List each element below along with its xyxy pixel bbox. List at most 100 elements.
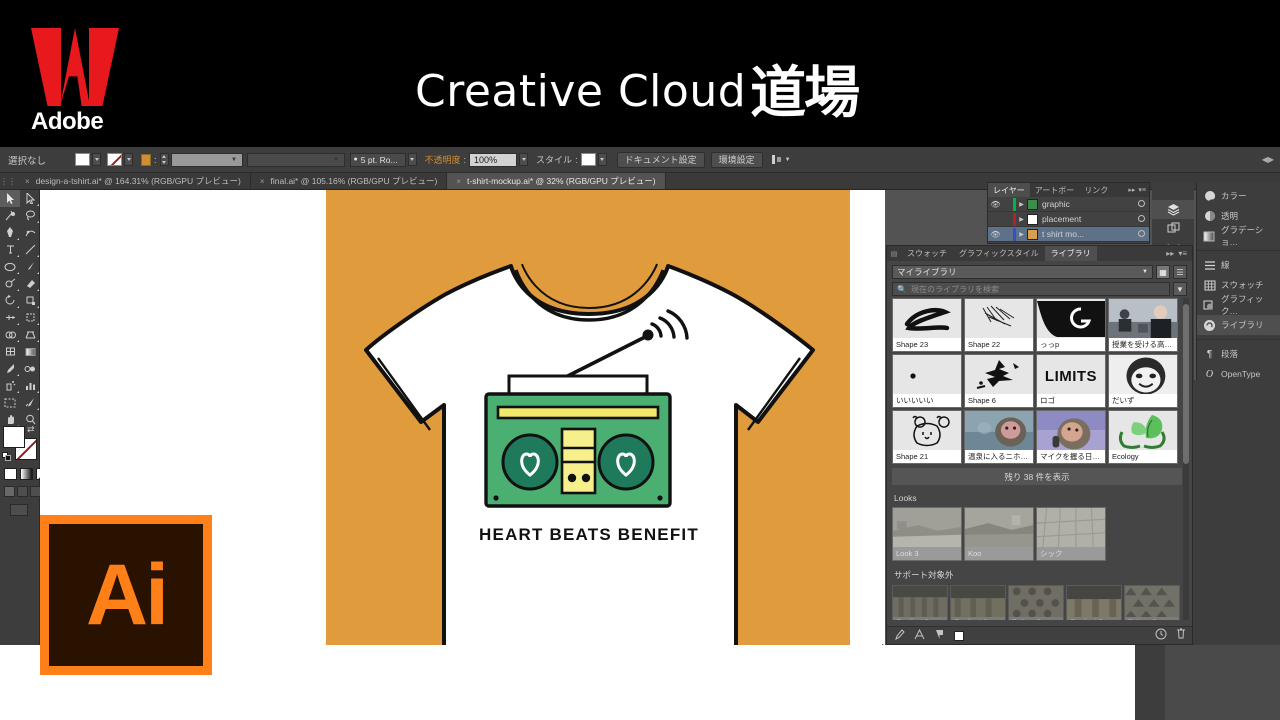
toolbox-fill-swatch[interactable] — [3, 426, 25, 448]
artboard[interactable]: HEART BEATS BENEFIT — [326, 190, 850, 687]
visibility-icon[interactable]: 👁 — [988, 230, 1003, 239]
document-tab-final[interactable]: × final.ai* @ 105.16% (RGB/GPU プレビュー) — [251, 173, 448, 189]
list-item[interactable]: Shape 22 — [964, 298, 1034, 352]
fill-swatch[interactable] — [75, 153, 90, 166]
draw-normal-mode[interactable] — [4, 486, 15, 497]
screen-mode-icon[interactable] — [10, 504, 28, 516]
line-segment-tool[interactable] — [20, 241, 40, 258]
gradient-tool[interactable] — [20, 343, 40, 360]
library-scrollbar[interactable] — [1183, 298, 1189, 620]
preferences-button[interactable]: 環境設定 — [710, 151, 763, 168]
document-tab-t-shirt-mockup[interactable]: × t-shirt-mockup.ai* @ 32% (RGB/GPU プレビュ… — [447, 173, 666, 189]
sync-icon[interactable] — [1155, 628, 1167, 643]
expand-icon[interactable]: ▶ — [1016, 216, 1027, 223]
list-item[interactable]: Gradient 4 — [950, 585, 1006, 620]
search-input[interactable]: 🔍 現在のライブラリを検索 — [892, 282, 1170, 296]
list-item[interactable]: Shape 23 — [892, 298, 962, 352]
tab-artboards[interactable]: アートボー — [1030, 183, 1080, 197]
rotate-tool[interactable] — [0, 292, 20, 309]
pen-tool[interactable] — [0, 224, 20, 241]
layers-icon[interactable] — [1152, 200, 1194, 219]
paintbrush-tool[interactable] — [20, 258, 40, 275]
brush-dropdown-arrow[interactable] — [407, 153, 417, 166]
table-row[interactable]: ▶ placement — [988, 212, 1149, 227]
add-color-icon[interactable] — [934, 629, 945, 643]
shape-builder-tool[interactable] — [0, 326, 20, 343]
graphic-style-swatch[interactable] — [580, 153, 596, 166]
document-setup-button[interactable]: ドキュメント設定 — [616, 151, 705, 168]
blend-tool[interactable] — [20, 360, 40, 377]
artboards-icon[interactable] — [1152, 219, 1194, 238]
opacity-input[interactable]: 100% — [469, 152, 518, 167]
eraser-tool[interactable] — [20, 275, 40, 292]
tab-graphic-styles[interactable]: グラフィックスタイル — [953, 246, 1045, 261]
stroke-color-indicator[interactable] — [141, 153, 151, 166]
panel-grip[interactable]: ▤ — [887, 246, 901, 261]
tab-links[interactable]: リンク — [1079, 183, 1113, 197]
list-item[interactable]: Shape 21 — [892, 410, 962, 464]
dock-item-libraries[interactable]: ライブラリ — [1197, 315, 1280, 335]
draw-behind-mode[interactable] — [17, 486, 28, 497]
panel-menu-icon[interactable]: ▾≡ — [1178, 249, 1187, 258]
list-item[interactable]: マイクを握る日… — [1036, 410, 1106, 464]
list-item[interactable]: 授業を受ける高… — [1108, 298, 1178, 352]
close-icon[interactable]: × — [25, 177, 30, 186]
list-item[interactable]: っっp — [1036, 298, 1106, 352]
list-item[interactable]: Koo — [964, 507, 1034, 561]
library-asset-list[interactable]: Shape 23 Shape 22 っっp 授業を受ける高… いいいいい Sha… — [892, 298, 1182, 620]
dock-item-swatches[interactable]: スウォッチ — [1197, 275, 1280, 295]
grid-view-icon[interactable]: ▦ — [1156, 265, 1170, 279]
artboard-tool[interactable] — [0, 394, 20, 411]
tab-layers[interactable]: レイヤー — [988, 183, 1030, 197]
lasso-tool[interactable] — [20, 207, 40, 224]
delete-icon[interactable] — [1176, 628, 1186, 643]
stroke-weight-stepper[interactable] — [159, 153, 169, 166]
list-item[interactable]: Pattern 2 — [1124, 585, 1180, 620]
dock-item-graphic-styles[interactable]: グラフィック… — [1197, 294, 1280, 316]
stroke-swatch[interactable] — [107, 153, 122, 166]
stroke-profile-combo[interactable]: ▼ — [246, 152, 345, 167]
color-mode-gradient[interactable] — [20, 468, 33, 480]
list-item[interactable]: Ecology — [1108, 410, 1178, 464]
expand-icon[interactable]: ▶ — [1016, 231, 1027, 238]
current-color-swatch[interactable] — [954, 630, 964, 641]
target-indicator[interactable] — [1133, 199, 1149, 209]
list-item[interactable]: だいず — [1108, 354, 1178, 408]
column-graph-tool[interactable] — [20, 377, 40, 394]
mesh-tool[interactable] — [0, 343, 20, 360]
list-item[interactable]: シック — [1036, 507, 1106, 561]
list-item[interactable]: 温泉に入るニホ… — [964, 410, 1034, 464]
ellipse-tool[interactable] — [0, 258, 20, 275]
scale-tool[interactable] — [20, 292, 40, 309]
tab-bar-grip[interactable]: ⋮⋮ — [0, 173, 16, 189]
symbol-sprayer-tool[interactable] — [0, 377, 20, 394]
direct-selection-tool[interactable] — [20, 190, 40, 207]
target-indicator[interactable] — [1133, 229, 1149, 239]
list-item[interactable]: Gradient 5 — [892, 585, 948, 620]
add-text-style-icon[interactable] — [914, 628, 925, 643]
list-item[interactable]: Look 3 — [892, 507, 962, 561]
table-row[interactable]: 👁 ▶ graphic — [988, 197, 1149, 212]
selection-tool[interactable] — [0, 190, 20, 207]
control-bar-overflow[interactable]: ◀▶ — [1262, 155, 1280, 164]
swap-fill-stroke-icon[interactable]: ⇄ — [27, 424, 35, 435]
panel-menu-icon[interactable]: ▾≡ — [1138, 186, 1146, 194]
free-transform-tool[interactable] — [20, 309, 40, 326]
brush-definition-combo[interactable]: ● 5 pt. Ro... — [349, 152, 406, 167]
stroke-weight-combo[interactable]: ▼ — [170, 152, 243, 167]
table-row[interactable]: 👁 ▶ t shirt mo... — [988, 227, 1149, 242]
eyedropper-tool[interactable] — [0, 360, 20, 377]
color-mode-color[interactable] — [4, 468, 17, 480]
stroke-dropdown-arrow[interactable] — [124, 153, 133, 166]
show-more-button[interactable]: 残り 38 件を表示 — [892, 468, 1182, 485]
dock-item-gradient[interactable]: グラデーショ… — [1197, 225, 1280, 247]
expand-icon[interactable]: ▶ — [1016, 201, 1027, 208]
tab-swatches[interactable]: スウォッチ — [901, 246, 953, 261]
list-item[interactable]: Pattern 3 — [1008, 585, 1064, 620]
list-item[interactable]: Shape 6 — [964, 354, 1034, 408]
dock-item-color[interactable]: カラー — [1197, 186, 1280, 206]
list-item[interactable]: LIMITS ロゴ — [1036, 354, 1106, 408]
default-fill-stroke-icon[interactable] — [2, 452, 11, 461]
dock-item-transparency[interactable]: 透明 — [1197, 206, 1280, 226]
dock-item-paragraph[interactable]: ¶ 段落 — [1197, 344, 1280, 364]
